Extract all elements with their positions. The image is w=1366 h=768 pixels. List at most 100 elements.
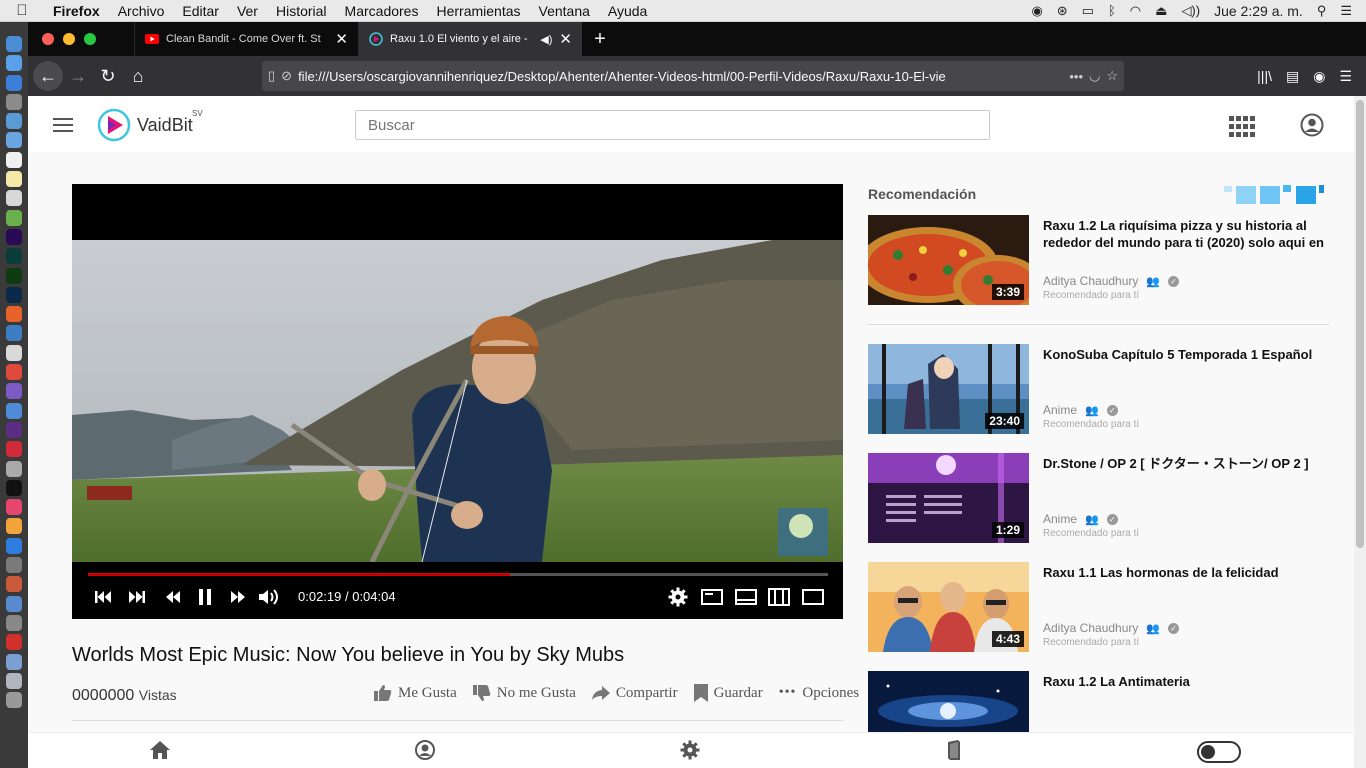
library-icon[interactable]: |||\	[1257, 68, 1272, 84]
recommendation-item[interactable]: 3:39 Raxu 1.2 La riquísima pizza y su hi…	[868, 215, 1329, 305]
mask-icon[interactable]: ◉	[1031, 3, 1042, 19]
recommendation-title[interactable]: Raxu 1.2 La Antimateria	[1043, 673, 1329, 690]
firefox-icon[interactable]	[6, 306, 22, 323]
theater-mode-icon[interactable]	[734, 582, 758, 612]
mail-icon[interactable]	[6, 132, 22, 149]
messages-icon[interactable]	[6, 402, 22, 419]
dock-app-icon[interactable]	[6, 576, 22, 593]
photos-icon[interactable]	[6, 383, 22, 400]
channel-name[interactable]: Aditya Chaudhury	[1043, 274, 1138, 288]
keynote-icon[interactable]	[6, 595, 22, 612]
tab-clean-bandit[interactable]: Clean Bandit - Come Over ft. St ✕	[134, 22, 358, 56]
channel-name[interactable]: Anime	[1043, 403, 1077, 417]
recommendation-item[interactable]: 1:29 Dr.Stone / OP 2 [ ドクター・ストーン/ OP 2 ]…	[868, 453, 1329, 543]
app-menu-icon[interactable]: ☰	[1339, 68, 1352, 85]
close-tab-icon[interactable]: ✕	[335, 30, 348, 48]
trash-icon[interactable]	[6, 692, 22, 709]
spotlight-search-icon[interactable]: ⚲	[1317, 3, 1327, 19]
site-logo[interactable]: VaidBit SV	[97, 108, 203, 142]
permissions-icon[interactable]: ⊘	[281, 68, 292, 84]
menu-clock[interactable]: Jue 2:29 a. m.	[1214, 3, 1303, 19]
sidebar-icon[interactable]: ▤	[1286, 68, 1299, 85]
rocket-icon[interactable]	[6, 93, 22, 110]
airplay-icon[interactable]: ▭	[1082, 3, 1094, 19]
apps-grid-icon[interactable]	[1229, 116, 1255, 137]
dark-mode-toggle[interactable]	[1197, 741, 1241, 763]
bookmark-star-icon[interactable]: ☆	[1106, 68, 1118, 84]
menu-editar[interactable]: Editar	[173, 3, 228, 19]
maps-icon[interactable]	[6, 209, 22, 226]
menu-marcadores[interactable]: Marcadores	[336, 3, 428, 19]
new-tab-button[interactable]: +	[582, 22, 618, 56]
recommendation-title[interactable]: Raxu 1.2 La riquísima pizza y su histori…	[1043, 217, 1329, 251]
like-button[interactable]: Me Gusta	[374, 684, 457, 702]
close-window-button[interactable]	[42, 33, 54, 45]
notes-icon[interactable]	[6, 171, 22, 188]
recommendation-title[interactable]: Raxu 1.1 Las hormonas de la felicidad	[1043, 564, 1329, 581]
reminders-icon[interactable]	[6, 190, 22, 207]
search-input[interactable]	[355, 110, 990, 140]
dreamweaver-icon[interactable]	[6, 267, 22, 284]
fast-forward-icon[interactable]	[227, 582, 249, 612]
video-player[interactable]: 0:02:19 / 0:04:04	[72, 184, 843, 619]
menu-herramientas[interactable]: Herramientas	[427, 3, 529, 19]
save-button[interactable]: Guardar	[693, 684, 763, 702]
fullscreen-icon[interactable]	[801, 582, 825, 612]
teamviewer-dock-icon[interactable]	[6, 325, 22, 342]
hamburger-menu-icon[interactable]	[53, 118, 73, 132]
rewind-icon[interactable]	[162, 582, 184, 612]
home-icon[interactable]	[150, 741, 170, 759]
app-store-icon[interactable]	[6, 537, 22, 554]
video-thumbnail[interactable]: 3:39	[868, 215, 1029, 305]
book-icon[interactable]	[946, 740, 962, 760]
settings-gear-icon[interactable]	[666, 582, 690, 612]
preview-icon[interactable]	[6, 113, 22, 130]
skip-next-icon[interactable]	[126, 582, 148, 612]
close-tab-icon[interactable]: ✕	[559, 30, 572, 48]
calendar-icon[interactable]	[6, 151, 22, 168]
teamviewer-icon[interactable]: ⊛	[1057, 3, 1068, 19]
channel-name[interactable]: Aditya Chaudhury	[1043, 621, 1138, 635]
channel-name[interactable]: Anime	[1043, 512, 1077, 526]
share-button[interactable]: Compartir	[591, 685, 678, 702]
documents-folder-icon[interactable]	[6, 672, 22, 689]
archive-icon[interactable]	[6, 614, 22, 631]
minimize-window-button[interactable]	[63, 33, 75, 45]
progress-bar[interactable]	[88, 573, 828, 576]
reload-button[interactable]: ↻	[93, 61, 123, 91]
recommendation-title[interactable]: Dr.Stone / OP 2 [ ドクター・ストーン/ OP 2 ]	[1043, 455, 1329, 472]
account-icon[interactable]	[1300, 113, 1324, 137]
home-button[interactable]: ⌂	[123, 61, 153, 91]
forward-button[interactable]: →	[63, 61, 93, 91]
downloads-folder-icon[interactable]	[6, 653, 22, 670]
scrollbar-thumb[interactable]	[1356, 100, 1364, 548]
dislike-button[interactable]: No me Gusta	[472, 684, 576, 702]
settings-icon[interactable]	[680, 740, 700, 760]
volume-icon[interactable]	[258, 582, 282, 612]
terminal-icon[interactable]	[6, 479, 22, 496]
pocket-icon[interactable]: ◡	[1089, 68, 1100, 84]
back-button[interactable]: ←	[33, 61, 63, 91]
notification-center-icon[interactable]: ☰	[1340, 3, 1352, 19]
tab-raxu[interactable]: Raxu 1.0 El viento y el aire - ◀) ✕	[358, 22, 582, 56]
video-thumbnail[interactable]: 4:43	[868, 562, 1029, 652]
speaker-icon[interactable]: ◀)	[540, 33, 552, 46]
profile-icon[interactable]	[415, 740, 435, 760]
skip-previous-icon[interactable]	[92, 582, 114, 612]
video-thumbnail[interactable]: 23:40	[868, 344, 1029, 434]
premiere-icon[interactable]	[6, 228, 22, 245]
firefox-account-icon[interactable]: ◉	[1313, 68, 1325, 85]
url-text[interactable]: file:///Users/oscargiovannihenriquez/Des…	[298, 69, 1063, 84]
eject-icon[interactable]: ⏏	[1155, 3, 1167, 19]
wifi-icon[interactable]: ◠	[1130, 3, 1141, 19]
miniplayer-icon[interactable]	[700, 582, 724, 612]
volume-icon[interactable]: ◁))	[1181, 3, 1200, 19]
wide-mode-icon[interactable]	[767, 582, 791, 612]
video-frame[interactable]	[72, 240, 843, 562]
menu-historial[interactable]: Historial	[267, 3, 336, 19]
page-scrollbar[interactable]	[1354, 96, 1366, 768]
menu-ventana[interactable]: Ventana	[530, 3, 599, 19]
menu-archivo[interactable]: Archivo	[109, 3, 174, 19]
photoshop-icon[interactable]	[6, 286, 22, 303]
url-bar[interactable]: ▯ ⊘ file:///Users/oscargiovannihenriquez…	[262, 61, 1124, 91]
